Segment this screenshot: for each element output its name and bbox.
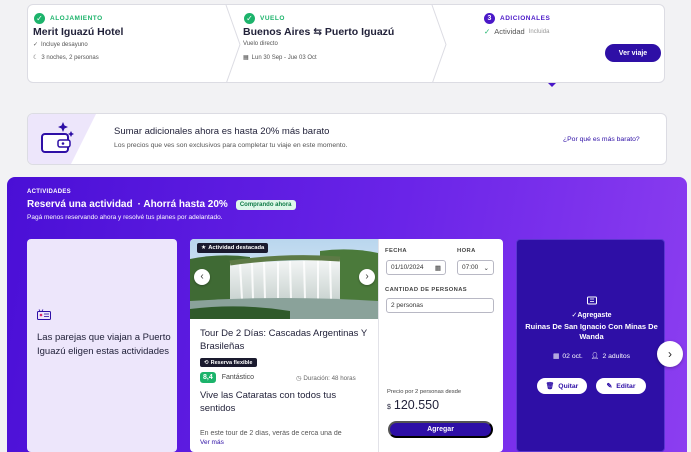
price: $ 120.550	[387, 398, 439, 412]
step-label: VUELO	[260, 15, 285, 22]
price-label: Precio por 2 personas desde	[387, 389, 462, 395]
section-subtitle: Pagá menos reservando ahora y resolvé tu…	[27, 214, 223, 221]
activity-name[interactable]: Tour De 2 Días: Cascadas Argentinas Y Br…	[200, 327, 370, 353]
price-value: 120.550	[393, 398, 440, 412]
date-value: 01/10/2024	[391, 264, 424, 271]
check-icon: ✓	[34, 13, 45, 24]
carousel-next-button[interactable]: ›	[657, 341, 683, 367]
added-meta: ▦ 02 oct. 👤︎ 2 adultos	[517, 352, 666, 361]
check-icon: ✓	[244, 13, 255, 24]
step-label: ALOJAMIENTO	[50, 15, 103, 22]
step-flight[interactable]: ✓ VUELO Buenos Aires ⇆ Puerto Iguazú Vue…	[238, 5, 448, 82]
date-field[interactable]: 01/10/2024 ▦	[386, 260, 446, 275]
card-divider	[378, 239, 379, 452]
added-label: ✓Agregaste	[517, 311, 666, 319]
flight-type: Vuelo directo	[243, 41, 278, 47]
step-divider	[430, 5, 450, 82]
flexible-badge-text: Reserva flexible	[210, 359, 253, 366]
calendar-icon: ▦	[434, 264, 441, 272]
breakfast-text: Incluye desayuno	[41, 41, 88, 48]
trash-icon: 🗑︎	[545, 383, 555, 390]
flight-route: Buenos Aires ⇆ Puerto Iguazú	[243, 26, 395, 38]
moon-icon: ☾	[33, 55, 39, 61]
calendar-icon: ▦	[243, 55, 249, 61]
check-small-icon: ✓	[33, 42, 39, 48]
activity-status: Incluida	[528, 28, 550, 35]
add-activity-button[interactable]: Agregar	[388, 421, 493, 438]
step-label: ADICIONALES	[500, 15, 551, 22]
chevron-down-icon: ⌄	[483, 264, 489, 272]
check-icon: ✓	[484, 27, 491, 36]
edit-label: Editar	[616, 382, 636, 390]
added-activity-card: ✓Agregaste Ruinas De San Ignacio Con Min…	[516, 239, 665, 452]
rating: 8,4 Fantástico	[200, 372, 254, 383]
rating-word: Fantástico	[221, 374, 255, 381]
people-field[interactable]: 2 personas	[386, 298, 494, 313]
activity-text: Actividad	[494, 27, 525, 36]
duration: ◷ Duración: 48 horas	[296, 375, 356, 382]
rating-score: 8,4	[200, 372, 216, 383]
wallet-icon	[28, 114, 96, 164]
intro-card: Las parejas que viajan a Puerto Iguazú e…	[27, 239, 177, 452]
step-number: 3	[484, 13, 495, 24]
added-label-text: Agregaste	[577, 312, 612, 319]
ticket-couple-icon	[37, 309, 51, 320]
activity-description: En este tour de 2 días, verás de cerca u…	[200, 430, 342, 437]
active-step-pointer	[548, 83, 556, 87]
remove-button[interactable]: 🗑︎ Quitar	[537, 378, 587, 394]
calendar-icon: ▦	[552, 353, 560, 360]
hotel-name: Merit Iguazú Hotel	[33, 26, 124, 38]
why-cheaper-link[interactable]: ¿Por qué es más barato?	[563, 136, 640, 143]
star-icon: ★	[201, 245, 207, 251]
date-label: FECHA	[385, 248, 407, 254]
duration-text: Duración: 48 horas	[303, 375, 356, 382]
savings-banner: Sumar adicionales ahora es hasta 20% más…	[27, 113, 667, 165]
person-icon: 👤︎	[590, 353, 600, 360]
booking-steps: ✓ ALOJAMIENTO Merit Iguazú Hotel ✓ Inclu…	[27, 4, 665, 83]
remove-label: Quitar	[558, 382, 579, 390]
step-hotel[interactable]: ✓ ALOJAMIENTO Merit Iguazú Hotel ✓ Inclu…	[28, 5, 228, 82]
activity-tagline: Vive las Cataratas con todos tus sentido…	[200, 390, 337, 414]
people-label: CANTIDAD DE PERSONAS	[385, 287, 468, 293]
section-title-text: Reservá una actividad	[27, 199, 133, 210]
edit-button[interactable]: ✎ Editar	[596, 378, 646, 394]
image-prev-button[interactable]: ‹	[194, 269, 210, 285]
buying-now-badge: Comprando ahora	[235, 199, 296, 210]
section-title: Reservá una actividad · Ahorrá hasta 20%…	[27, 199, 296, 210]
intro-text: Las parejas que viajan a Puerto Iguazú e…	[37, 332, 171, 357]
see-more-link[interactable]: Ver más	[200, 439, 224, 446]
flexible-icon: ⟲	[204, 359, 209, 366]
currency: $	[387, 404, 391, 411]
time-label: HORA	[457, 248, 476, 254]
view-trip-button[interactable]: Ver viaje	[605, 44, 661, 62]
pencil-icon: ✎	[606, 383, 613, 390]
section-savings: · Ahorrá hasta 20%	[137, 199, 228, 210]
time-select[interactable]: 07:00 ⌄	[457, 260, 494, 275]
added-activity-name: Ruinas De San Ignacio Con Minas De Wanda	[525, 322, 658, 341]
banner-subtitle: Los precios que ves son exclusivos para …	[114, 142, 348, 149]
nights-text: 3 noches, 2 personas	[41, 54, 99, 61]
time-value: 07:00	[462, 264, 479, 271]
added-date: 02 oct.	[562, 352, 583, 360]
featured-badge-text: Actividad destacada	[208, 245, 265, 251]
flight-dates: Lun 30 Sep - Jue 03 Oct	[251, 54, 317, 61]
flexible-badge: ⟲ Reserva flexible	[200, 358, 257, 367]
people-value: 2 personas	[391, 302, 424, 309]
activity-card: ★ Actividad destacada ‹ › Tour De 2 Días…	[190, 239, 503, 452]
featured-badge: ★ Actividad destacada	[197, 243, 269, 253]
section-kicker: ACTIVIDADES	[27, 189, 71, 195]
added-people: 2 adultos	[602, 352, 631, 360]
clock-icon: ◷	[296, 375, 302, 382]
banner-title: Sumar adicionales ahora es hasta 20% más…	[114, 126, 330, 137]
ticket-icon	[587, 296, 597, 305]
image-next-button[interactable]: ›	[359, 269, 375, 285]
